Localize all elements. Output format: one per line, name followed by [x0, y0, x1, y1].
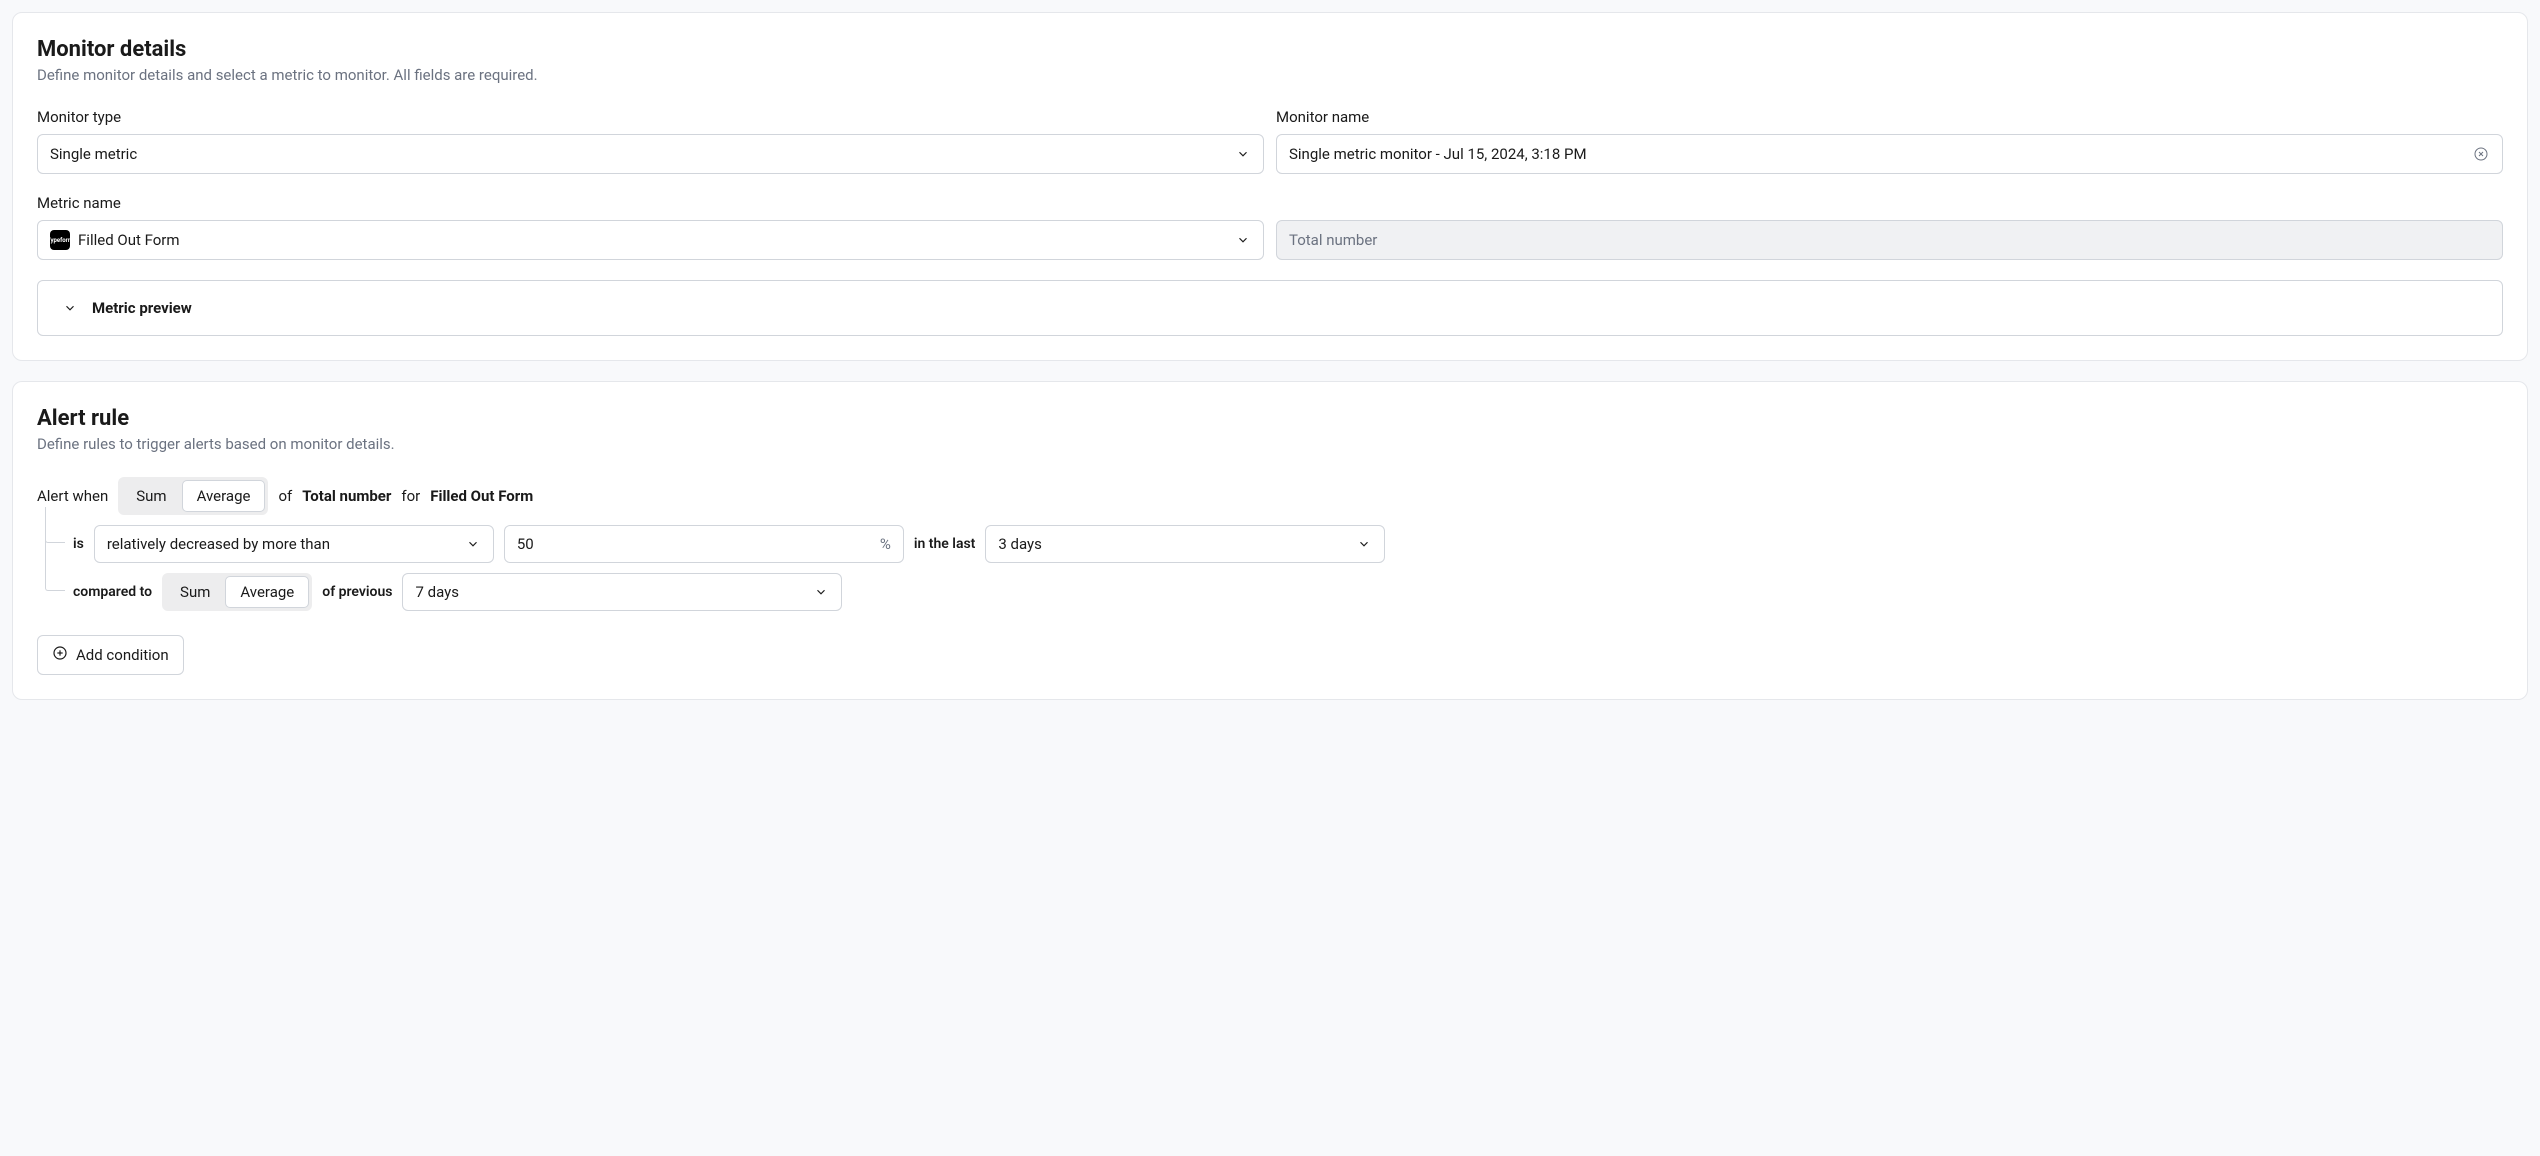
for-label: for	[401, 487, 420, 505]
monitor-name-input[interactable]: Single metric monitor - Jul 15, 2024, 3:…	[1276, 134, 2503, 174]
previous-period-select[interactable]: 7 days	[402, 573, 842, 611]
period-value: 3 days	[998, 535, 1042, 553]
metric-preview-label: Metric preview	[92, 299, 192, 317]
clear-icon[interactable]	[2472, 145, 2490, 163]
alert-when-label: Alert when	[37, 487, 108, 505]
average-option[interactable]: Average	[225, 576, 309, 608]
add-condition-label: Add condition	[76, 646, 169, 664]
aggregation-toggle-2: Sum Average	[162, 573, 312, 611]
monitor-type-value: Single metric	[50, 145, 137, 163]
chevron-down-icon	[1235, 232, 1251, 248]
alert-rule-title: Alert rule	[37, 406, 2503, 431]
sum-option[interactable]: Sum	[165, 576, 225, 608]
chevron-down-icon	[1235, 146, 1251, 162]
previous-period-value: 7 days	[415, 583, 459, 601]
metric-agg-display: Total number	[1276, 220, 2503, 260]
metric-name-label: Metric name	[37, 194, 2503, 212]
monitor-name-value: Single metric monitor - Jul 15, 2024, 3:…	[1289, 145, 2472, 163]
of-previous-label: of previous	[322, 584, 392, 600]
alert-rule-desc: Define rules to trigger alerts based on …	[37, 435, 2503, 453]
of-label: of	[278, 487, 292, 505]
metric-agg-value: Total number	[1289, 231, 1377, 249]
chevron-down-icon	[62, 300, 78, 316]
monitor-type-label: Monitor type	[37, 108, 1264, 126]
monitor-name-label: Monitor name	[1276, 108, 2503, 126]
sum-option[interactable]: Sum	[121, 480, 181, 512]
compared-to-label: compared to	[73, 584, 152, 600]
comparison-select[interactable]: relatively decreased by more than	[94, 525, 494, 563]
metric-name-select[interactable]: Typeform Filled Out Form	[37, 220, 1264, 260]
average-option[interactable]: Average	[182, 480, 266, 512]
chevron-down-icon	[813, 584, 829, 600]
chevron-down-icon	[1356, 536, 1372, 552]
metric-agg-text: Total number	[302, 487, 391, 505]
period-select[interactable]: 3 days	[985, 525, 1385, 563]
aggregation-toggle-1: Sum Average	[118, 477, 268, 515]
monitor-details-desc: Define monitor details and select a metr…	[37, 66, 2503, 84]
metric-source-icon: Typeform	[50, 230, 70, 250]
metric-name-value: Filled Out Form	[78, 231, 180, 249]
monitor-details-card: Monitor details Define monitor details a…	[12, 12, 2528, 361]
is-label: is	[73, 536, 84, 552]
threshold-unit: %	[880, 535, 891, 553]
threshold-input[interactable]: 50 %	[504, 525, 904, 563]
in-last-label: in the last	[914, 536, 976, 552]
add-condition-button[interactable]: Add condition	[37, 635, 184, 675]
monitor-details-title: Monitor details	[37, 37, 2503, 62]
alert-rule-card: Alert rule Define rules to trigger alert…	[12, 381, 2528, 700]
monitor-type-select[interactable]: Single metric	[37, 134, 1264, 174]
chevron-down-icon	[465, 536, 481, 552]
plus-circle-icon	[52, 645, 68, 665]
metric-preview-toggle[interactable]: Metric preview	[37, 280, 2503, 336]
threshold-value: 50	[517, 535, 880, 553]
metric-name-text: Filled Out Form	[430, 487, 533, 505]
comparison-value: relatively decreased by more than	[107, 535, 330, 553]
